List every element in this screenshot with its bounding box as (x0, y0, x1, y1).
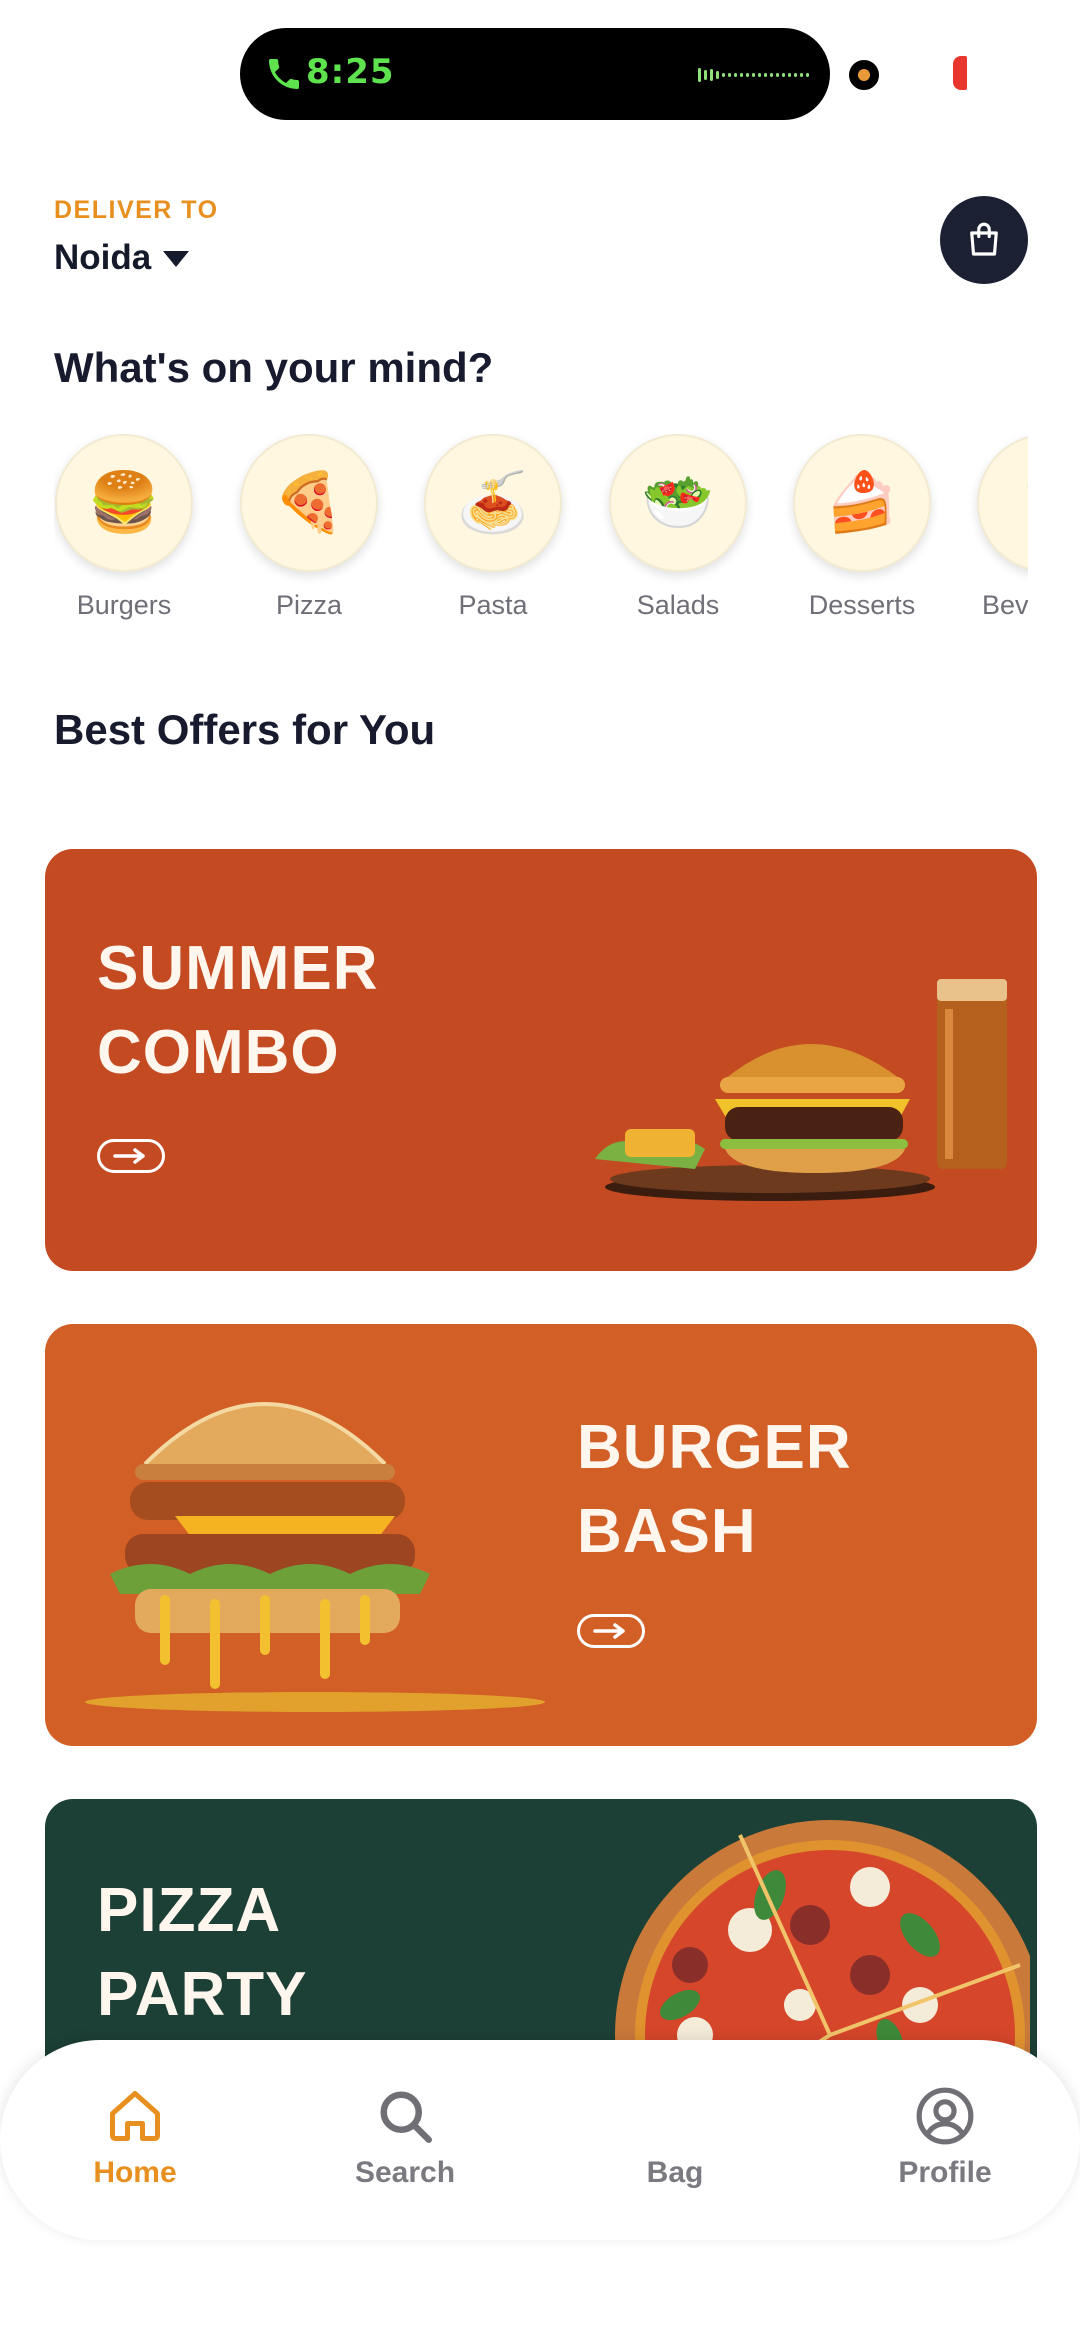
category-beverages[interactable]: 🥤 Beverages (976, 434, 1028, 621)
burger-bash-image (85, 1402, 545, 1712)
search-icon (380, 2091, 432, 2143)
nav-label: Search (354, 2156, 456, 2189)
camera-indicator (849, 60, 879, 90)
category-label: Salads (636, 590, 720, 620)
category-burgers[interactable]: 🍔 Burgers (54, 434, 194, 621)
category-pasta[interactable]: 🍝 Pasta (423, 434, 563, 621)
nav-home[interactable]: Home (45, 2084, 225, 2190)
bottom-navigation: Home Search Bag Profile (0, 2040, 1080, 2240)
offer-arrow-button[interactable] (577, 1614, 645, 1648)
nav-label: Profile (898, 2156, 992, 2189)
shopping-bag-icon (970, 222, 998, 256)
offer-title: PIZZA PARTY (97, 1869, 308, 2037)
category-pizza[interactable]: 🍕 Pizza (239, 434, 379, 621)
nav-search[interactable]: Search (315, 2084, 495, 2190)
nav-bag[interactable]: Bag (585, 2084, 765, 2190)
categories-title: What's on your mind? (54, 344, 494, 391)
home-icon (110, 2091, 160, 2141)
combo-burger-image (595, 979, 1007, 1201)
category-label: Beverages (982, 590, 1028, 620)
category-label: Desserts (808, 590, 916, 620)
offer-title-line1: BURGER (577, 1413, 852, 1482)
recording-indicator (953, 56, 967, 90)
cart-button[interactable] (940, 196, 1028, 284)
offer-card-summer-combo[interactable]: SUMMER COMBO (45, 849, 1037, 1271)
nav-label: Bag (646, 2156, 704, 2189)
caret-down-icon (163, 251, 190, 267)
pasta-icon: 🍝 (424, 434, 562, 572)
nav-label: Home (93, 2156, 177, 2189)
audio-wave-icon (698, 68, 809, 82)
call-timer: 8:25 (306, 52, 395, 92)
dynamic-island[interactable]: 8:25 (240, 28, 830, 120)
pizza-icon: 🍕 (240, 434, 378, 572)
category-salads[interactable]: 🥗 Salads (608, 434, 748, 621)
category-desserts[interactable]: 🍰 Desserts (792, 434, 932, 621)
location-selector[interactable]: Noida (54, 238, 190, 278)
arrow-right-icon (593, 1623, 625, 1639)
offer-title-line2: COMBO (97, 1018, 340, 1087)
profile-icon (916, 2087, 974, 2145)
burger-icon: 🍔 (55, 434, 193, 572)
offer-title: SUMMER COMBO (97, 927, 379, 1095)
deliver-to-label: DELIVER TO (54, 196, 219, 224)
category-label: Pasta (458, 590, 528, 620)
offers-title: Best Offers for You (54, 706, 436, 753)
offer-title-line2: PARTY (97, 1960, 308, 2029)
cake-icon: 🍰 (793, 434, 931, 572)
location-name: Noida (54, 238, 152, 277)
phone-icon (269, 59, 299, 89)
nav-profile[interactable]: Profile (855, 2084, 1035, 2190)
offer-title-line2: BASH (577, 1497, 757, 1566)
offer-title: BURGER BASH (577, 1406, 852, 1574)
offer-card-burger-bash[interactable]: BURGER BASH (45, 1324, 1037, 1746)
offer-title-line1: PIZZA (97, 1876, 282, 1945)
arrow-right-icon (113, 1148, 145, 1164)
offer-title-line1: SUMMER (97, 934, 379, 1003)
category-label: Burgers (76, 590, 172, 620)
salad-icon: 🥗 (609, 434, 747, 572)
category-label: Pizza (275, 590, 343, 620)
bag-icon (645, 2086, 705, 2146)
category-carousel[interactable]: 🍔 Burgers 🍕 Pizza 🍝 Pasta 🥗 Salads 🍰 Des… (54, 434, 1028, 634)
offer-arrow-button[interactable] (97, 1139, 165, 1173)
drink-icon: 🥤 (977, 434, 1028, 572)
